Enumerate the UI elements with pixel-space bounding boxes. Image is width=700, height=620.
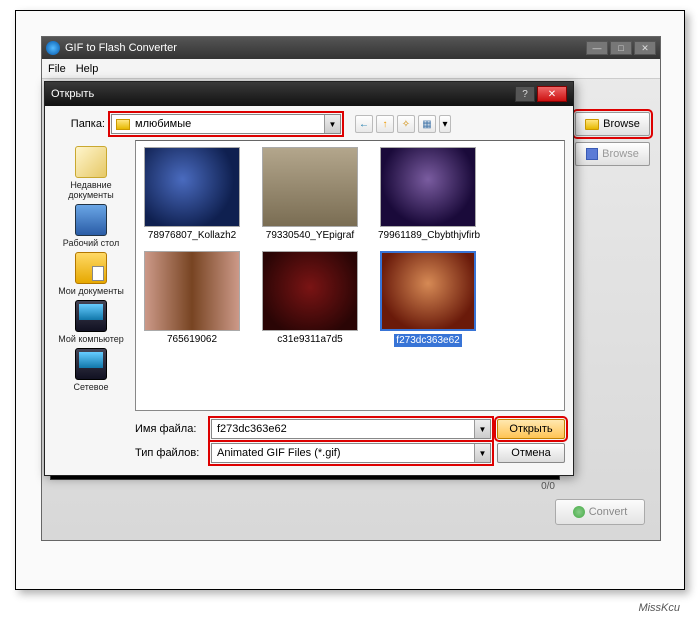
- close-button[interactable]: ✕: [634, 41, 656, 55]
- sidebar-recent[interactable]: Недавние документы: [53, 146, 129, 200]
- counter: 0/0: [541, 481, 555, 492]
- filename-label: Имя файла:: [135, 423, 205, 435]
- open-dialog: Открыть ? ✕ Папка: млюбимые ▼ ← ↑ ✧ ▦ ▾ …: [44, 81, 574, 476]
- thumbnail-image: [380, 251, 476, 331]
- look-in-combo[interactable]: млюбимые ▼: [111, 114, 341, 134]
- file-thumbnail[interactable]: c31e9311a7d5: [260, 251, 360, 347]
- dialog-close-button[interactable]: ✕: [537, 86, 567, 102]
- look-in-value: млюбимые: [135, 118, 191, 130]
- minimize-button[interactable]: —: [586, 41, 608, 55]
- thumbnail-image: [144, 251, 240, 331]
- file-thumbnail[interactable]: 79330540_YEpigraf: [260, 147, 360, 241]
- convert-icon: [573, 506, 585, 518]
- maximize-button[interactable]: □: [610, 41, 632, 55]
- sidebar-desktop[interactable]: Рабочий стол: [53, 204, 129, 248]
- chevron-down-icon[interactable]: ▼: [324, 115, 340, 133]
- documents-icon: [75, 252, 107, 284]
- sidebar-documents[interactable]: Мои документы: [53, 252, 129, 296]
- view-dropdown-icon[interactable]: ▾: [439, 115, 451, 133]
- places-sidebar: Недавние документы Рабочий стол Мои доку…: [51, 142, 131, 417]
- folder-icon: [116, 119, 130, 130]
- dialog-title: Открыть: [51, 88, 94, 100]
- app-icon: [46, 41, 60, 55]
- folder-icon: [585, 119, 599, 130]
- browse-button-1[interactable]: Browse: [575, 112, 650, 136]
- recent-icon: [75, 146, 107, 178]
- new-folder-icon[interactable]: ✧: [397, 115, 415, 133]
- view-menu-icon[interactable]: ▦: [418, 115, 436, 133]
- convert-button[interactable]: Convert: [555, 499, 645, 525]
- thumbnail-image: [262, 251, 358, 331]
- app-title: GIF to Flash Converter: [65, 42, 177, 54]
- dialog-titlebar[interactable]: Открыть ? ✕: [45, 82, 573, 106]
- thumbnail-image: [144, 147, 240, 227]
- network-icon: [75, 348, 107, 380]
- filetype-select[interactable]: Animated GIF Files (*.gif) ▼: [211, 443, 491, 463]
- app-titlebar[interactable]: GIF to Flash Converter — □ ✕: [42, 37, 660, 59]
- thumbnail-image: [262, 147, 358, 227]
- menu-help[interactable]: Help: [76, 63, 99, 75]
- file-thumbnail[interactable]: 79961189_Cbybthjvfirb: [378, 147, 478, 241]
- chevron-down-icon[interactable]: ▼: [474, 444, 490, 462]
- files-area[interactable]: 78976807_Kollazh2 79330540_YEpigraf 7996…: [135, 140, 565, 411]
- file-thumbnail[interactable]: 765619062: [142, 251, 242, 347]
- dialog-help-button[interactable]: ?: [515, 86, 535, 102]
- thumbnail-image: [380, 147, 476, 227]
- chevron-down-icon[interactable]: ▼: [474, 420, 490, 438]
- watermark: MissKcu: [638, 602, 680, 614]
- menu-file[interactable]: File: [48, 63, 66, 75]
- sidebar-network[interactable]: Сетевое: [53, 348, 129, 392]
- look-in-label: Папка:: [55, 118, 105, 130]
- cancel-button[interactable]: Отмена: [497, 443, 565, 463]
- computer-icon: [75, 300, 107, 332]
- file-thumbnail[interactable]: 78976807_Kollazh2: [142, 147, 242, 241]
- save-icon: [586, 148, 598, 160]
- file-thumbnail-selected[interactable]: f273dc363e62: [378, 251, 478, 347]
- desktop-icon: [75, 204, 107, 236]
- sidebar-computer[interactable]: Мой компьютер: [53, 300, 129, 344]
- app-menubar: File Help: [42, 59, 660, 79]
- filetype-label: Тип файлов:: [135, 447, 205, 459]
- up-icon[interactable]: ↑: [376, 115, 394, 133]
- open-button[interactable]: Открыть: [497, 419, 565, 439]
- filename-input[interactable]: f273dc363e62 ▼: [211, 419, 491, 439]
- browse-button-2[interactable]: Browse: [575, 142, 650, 166]
- back-icon[interactable]: ←: [355, 115, 373, 133]
